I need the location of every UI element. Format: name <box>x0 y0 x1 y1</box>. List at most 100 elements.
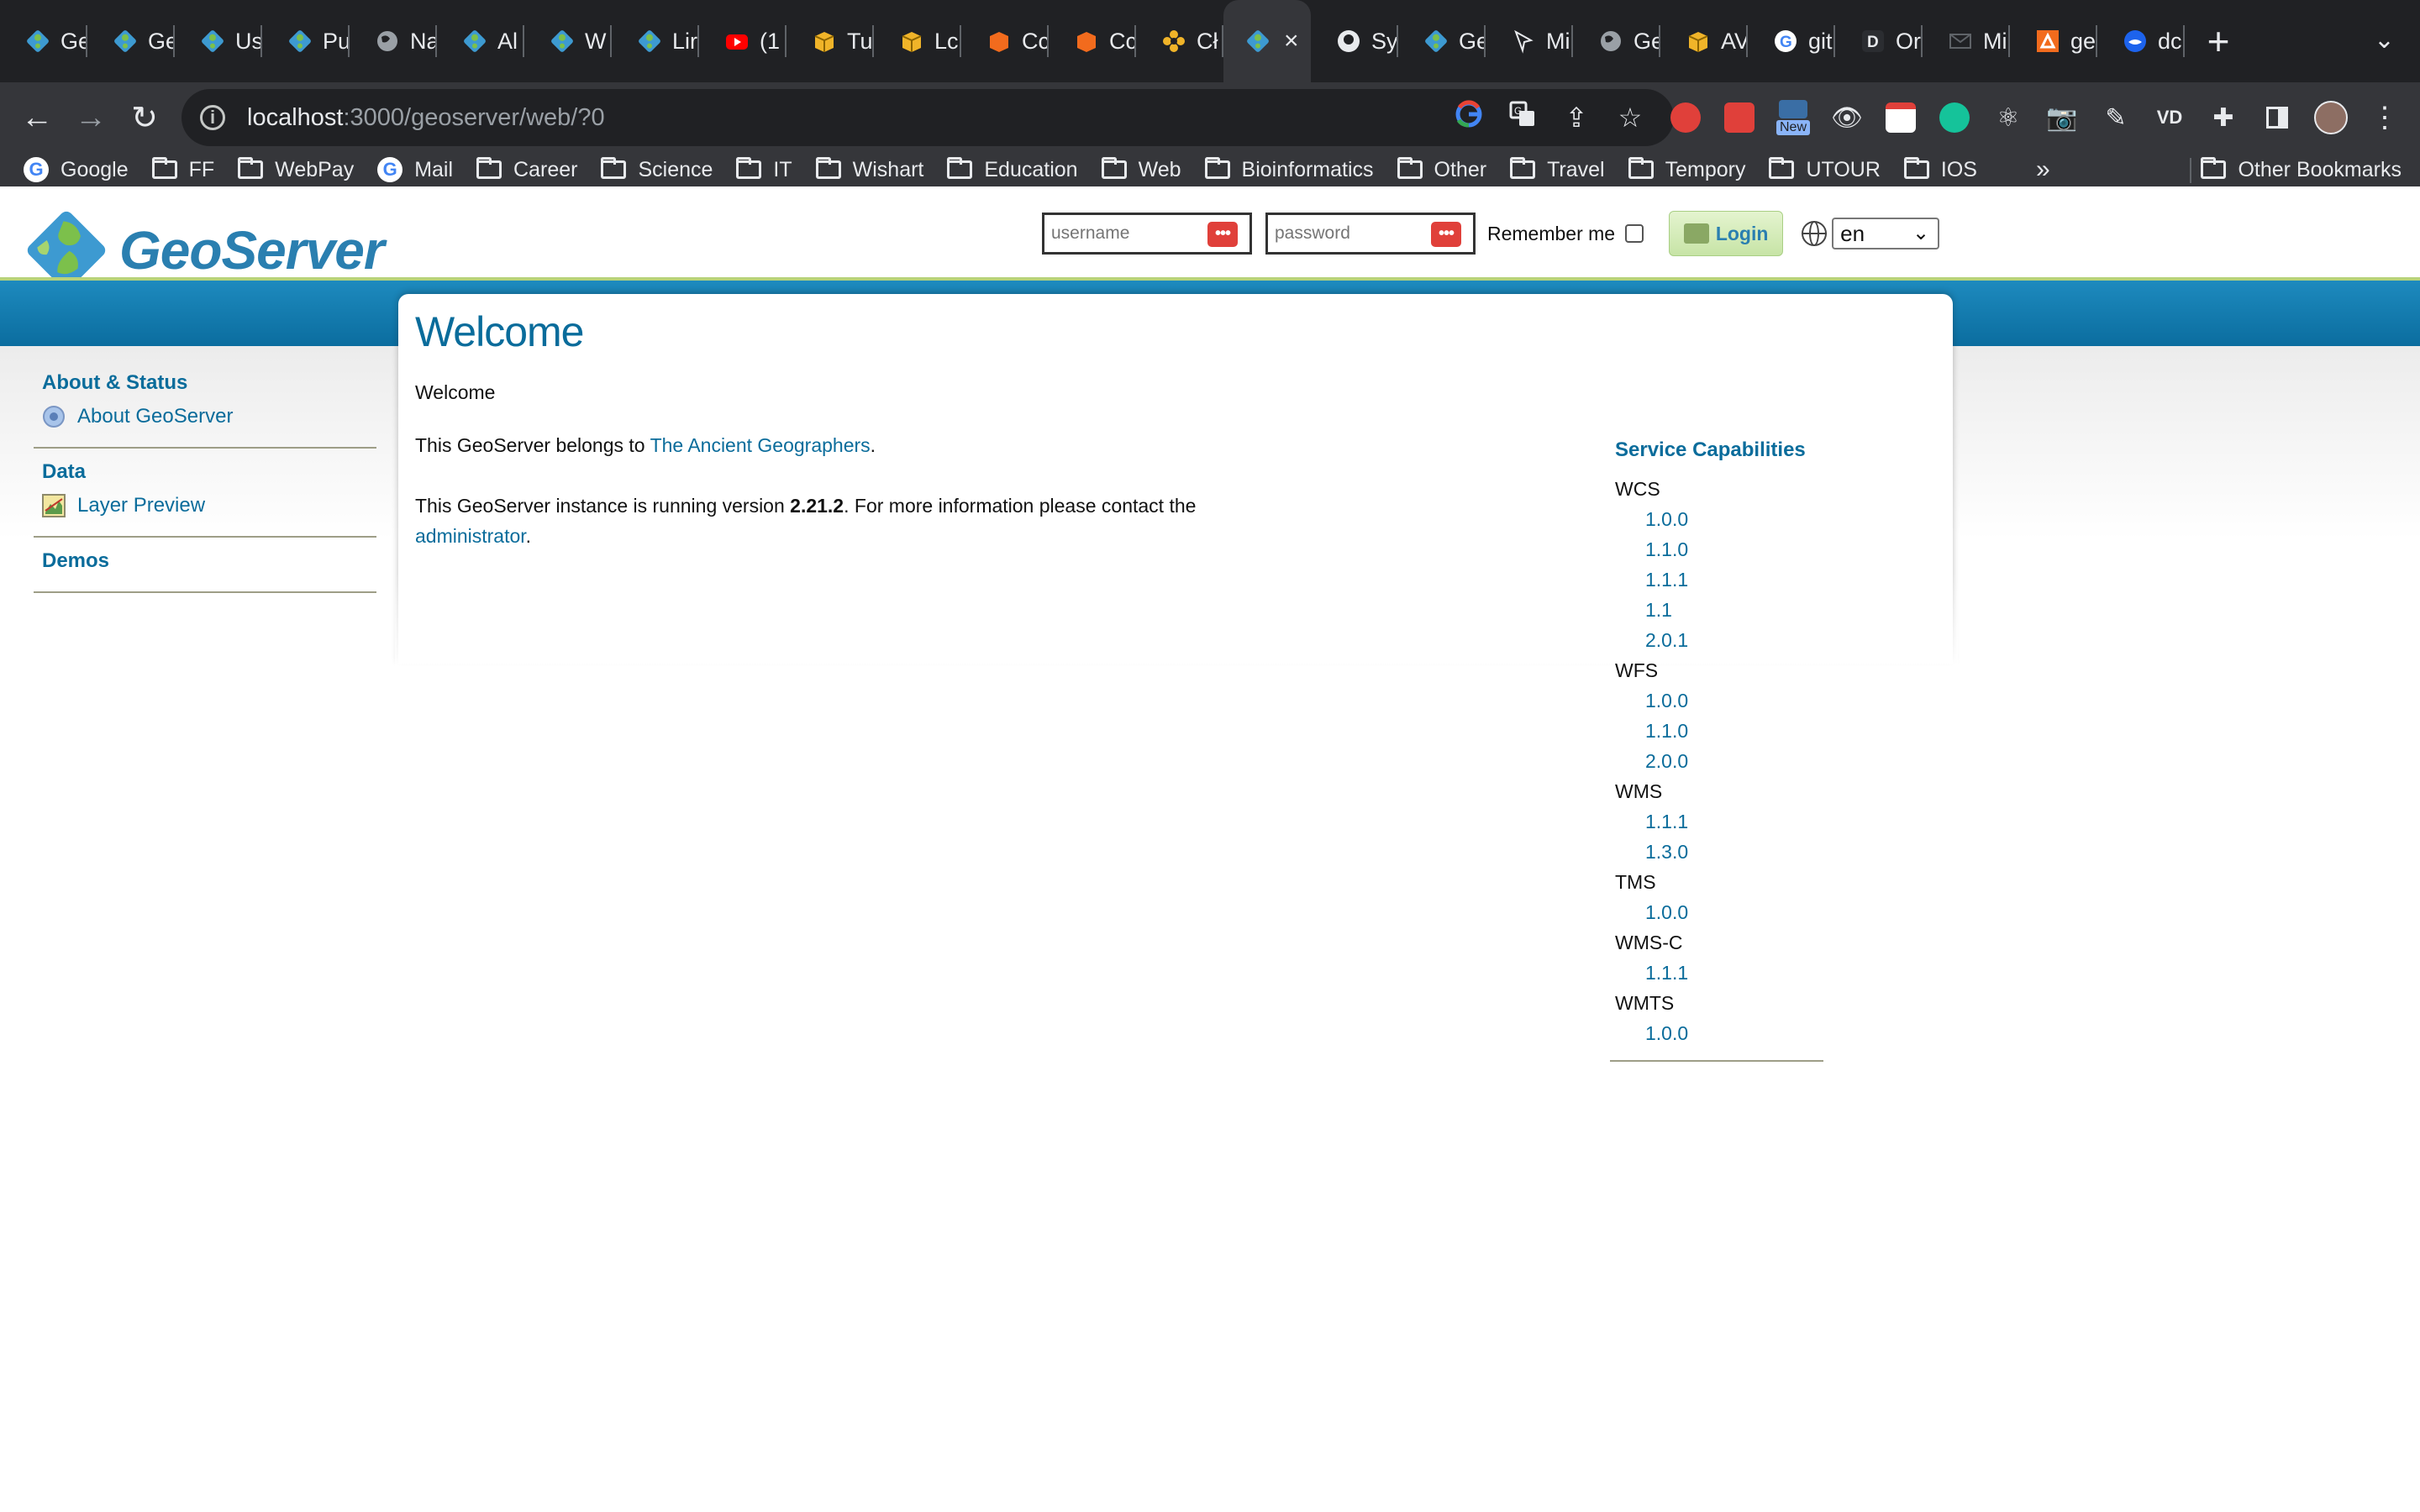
new-badge: New <box>1776 120 1810 135</box>
profile-avatar[interactable] <box>2304 101 2358 134</box>
tab[interactable]: Ge <box>87 0 175 82</box>
bookmark-travel[interactable]: Travel <box>1510 157 1605 182</box>
service-version-link[interactable]: 1.0.0 <box>1610 897 1823 927</box>
service-version-link[interactable]: 2.0.0 <box>1610 746 1823 776</box>
react-devtools-icon[interactable]: ⚛ <box>1981 103 2035 133</box>
language-select[interactable]: en ⌄ <box>1832 218 1940 249</box>
administrator-link[interactable]: administrator <box>415 525 526 547</box>
tab[interactable]: Us <box>175 0 262 82</box>
tab[interactable]: Ge <box>1398 0 1486 82</box>
organization-link[interactable]: The Ancient Geographers <box>650 434 871 456</box>
password-extension-icon[interactable] <box>1712 102 1766 133</box>
bookmark-google[interactable]: G Google <box>24 157 129 182</box>
tab[interactable]: Lc <box>874 0 961 82</box>
tab[interactable]: D Or <box>1835 0 1923 82</box>
login-button[interactable]: Login <box>1669 211 1784 256</box>
bookmark-career[interactable]: Career <box>476 157 577 182</box>
sidebar-item-about-geoserver[interactable]: About GeoServer <box>42 405 368 428</box>
extensions-puzzle-icon[interactable]: ✚ <box>2196 103 2250 133</box>
back-button[interactable]: ← <box>10 100 64 136</box>
bookmark-label: Other <box>1434 157 1487 181</box>
tab[interactable]: Ggit <box>1748 0 1835 82</box>
tab[interactable]: Sy <box>1311 0 1398 82</box>
tab-title: Or <box>1896 28 1921 54</box>
password-manager-key-icon[interactable]: ••• <box>1431 222 1461 247</box>
tab[interactable]: Cc <box>961 0 1049 82</box>
service-version-link[interactable]: 1.1.1 <box>1610 958 1823 988</box>
service-version-link[interactable]: 1.1 <box>1610 595 1823 625</box>
sidebar-title-demos[interactable]: Demos <box>42 549 368 573</box>
adblock-extension-icon[interactable] <box>1659 102 1712 133</box>
tab-search-icon[interactable]: ⌄ <box>2374 25 2395 55</box>
tab[interactable]: AV <box>1660 0 1748 82</box>
remember-me-checkbox[interactable] <box>1625 224 1644 243</box>
bookmark-utour[interactable]: UTOUR <box>1769 157 1881 182</box>
bookmark-mail[interactable]: G Mail <box>377 157 453 182</box>
forward-button[interactable]: → <box>64 100 118 136</box>
service-version-link[interactable]: 2.0.1 <box>1610 625 1823 655</box>
tab[interactable]: Ge <box>1573 0 1660 82</box>
tab[interactable]: Cc <box>1049 0 1136 82</box>
tab[interactable]: Cł <box>1136 0 1223 82</box>
service-version-link[interactable]: 1.1.1 <box>1610 564 1823 595</box>
service-version-link[interactable]: 1.0.0 <box>1610 504 1823 534</box>
service-version-link[interactable]: 1.1.0 <box>1610 716 1823 746</box>
tab[interactable]: Ge <box>0 0 87 82</box>
tab[interactable]: Mi <box>1923 0 2010 82</box>
google-lens-icon[interactable] <box>1442 100 1496 135</box>
bookmark-star-icon[interactable]: ☆ <box>1603 102 1657 134</box>
bookmark-it[interactable]: IT <box>736 157 792 182</box>
password-manager-key-icon[interactable]: ••• <box>1207 222 1238 247</box>
sidebar-title-data[interactable]: Data <box>42 460 368 484</box>
bookmark-tempory[interactable]: Tempory <box>1628 157 1745 182</box>
bookmark-wishart[interactable]: Wishart <box>815 157 923 182</box>
bookmark-science[interactable]: Science <box>601 157 713 182</box>
tab[interactable]: W <box>524 0 612 82</box>
tab[interactable]: Na <box>350 0 437 82</box>
bookmark-other[interactable]: Other <box>1397 157 1487 182</box>
sidebar-item-layer-preview[interactable]: Layer Preview <box>42 494 368 517</box>
share-icon[interactable]: ⇪ <box>1549 102 1603 134</box>
service-version-link[interactable]: 1.1.1 <box>1610 806 1823 837</box>
service-version-link[interactable]: 1.1.0 <box>1610 534 1823 564</box>
password-input[interactable]: password ••• <box>1265 213 1476 255</box>
tab[interactable]: Tu <box>786 0 874 82</box>
grammarly-extension-icon[interactable] <box>1928 102 1981 133</box>
eye-extension-icon[interactable]: 👁 <box>1820 103 1874 133</box>
tab[interactable]: Pu <box>262 0 350 82</box>
reload-button[interactable]: ↻ <box>118 99 171 137</box>
tab[interactable]: Lir <box>612 0 699 82</box>
tab[interactable]: dc <box>2097 0 2185 82</box>
map-preview-icon <box>42 494 66 517</box>
site-info-icon[interactable]: i <box>200 105 225 130</box>
sidebar-title-about[interactable]: About & Status <box>42 371 368 395</box>
other-bookmarks[interactable]: Other Bookmarks <box>2201 157 2402 182</box>
side-panel-icon[interactable] <box>2250 107 2304 129</box>
calendar-extension-icon[interactable] <box>1874 102 1928 133</box>
address-bar[interactable]: i localhost:3000/geoserver/web/?0 G ⇪ ☆ <box>182 89 1674 146</box>
camera-extension-icon[interactable]: 📷 <box>2035 103 2089 133</box>
browser-menu-icon[interactable]: ⋮ <box>2358 101 2412 134</box>
vd-extension-icon[interactable]: VD <box>2143 107 2196 129</box>
tab[interactable]: (1 <box>699 0 786 82</box>
tab-active[interactable]: × <box>1223 0 1311 82</box>
bookmarks-overflow-button[interactable]: » <box>2036 155 2050 184</box>
bookmark-bioinformatics[interactable]: Bioinformatics <box>1204 157 1374 182</box>
tab[interactable]: Al <box>437 0 524 82</box>
bookmark-ios[interactable]: IOS <box>1903 157 1977 182</box>
service-version-link[interactable]: 1.3.0 <box>1610 837 1823 867</box>
tab[interactable]: Mi <box>1486 0 1573 82</box>
tab[interactable]: ge <box>2010 0 2097 82</box>
close-tab-icon[interactable]: × <box>1284 27 1299 55</box>
bookmark-webpay[interactable]: WebPay <box>238 157 354 182</box>
service-version-link[interactable]: 1.0.0 <box>1610 1018 1823 1048</box>
bookmark-ff[interactable]: FF <box>151 157 214 182</box>
username-input[interactable]: username ••• <box>1042 213 1252 255</box>
translate-icon[interactable]: G <box>1496 101 1549 134</box>
new-tab-button[interactable]: + <box>2185 18 2252 64</box>
bookmark-education[interactable]: Education <box>947 157 1078 182</box>
service-version-link[interactable]: 1.0.0 <box>1610 685 1823 716</box>
new-extension-icon[interactable]: New <box>1766 100 1820 135</box>
bookmark-web[interactable]: Web <box>1101 157 1181 182</box>
eyedropper-extension-icon[interactable]: ✎ <box>2089 103 2143 133</box>
